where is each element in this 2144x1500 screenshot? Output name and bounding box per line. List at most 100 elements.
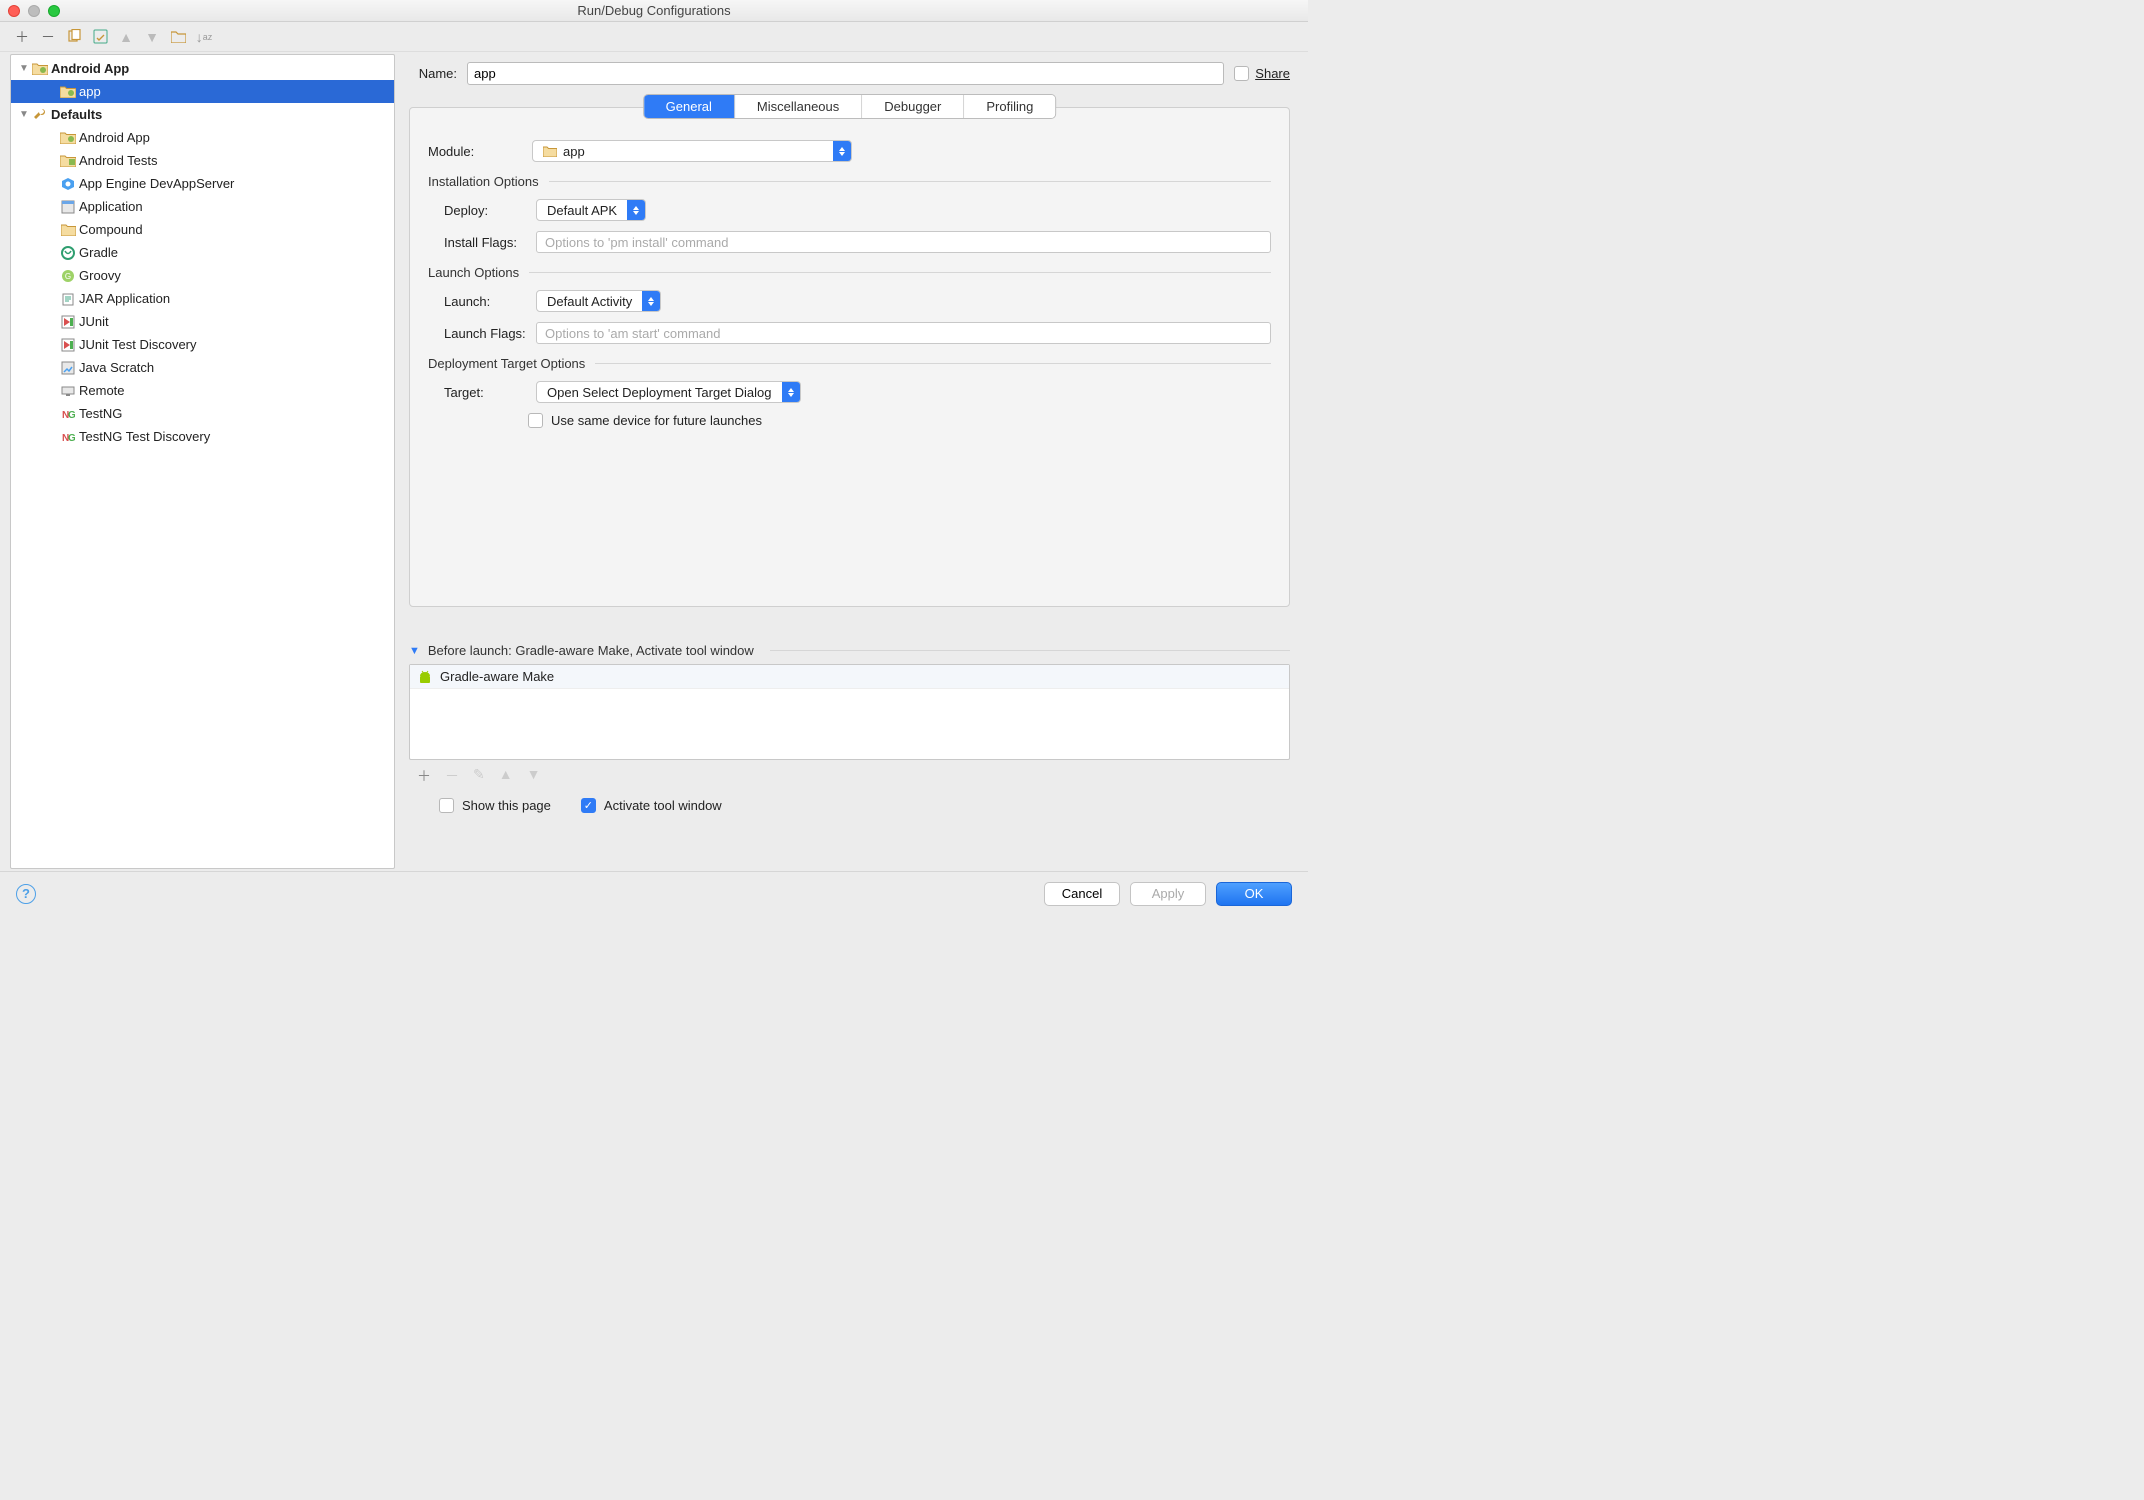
tree-node-label: Application: [79, 199, 143, 214]
tree-node-default-gradle[interactable]: Gradle: [11, 241, 394, 264]
android-folder-icon: [31, 61, 49, 77]
tab-pane: General Miscellaneous Debugger Profiling…: [409, 107, 1290, 607]
target-label: Target:: [428, 385, 526, 400]
installation-options-group: Installation Options: [428, 174, 1271, 189]
tree-node-default-android-app[interactable]: Android App: [11, 126, 394, 149]
tree-node-default-jar-application[interactable]: JAR Application: [11, 287, 394, 310]
tree-node-label: Android Tests: [79, 153, 158, 168]
android-folder-icon: [59, 130, 77, 146]
gradle-icon: [59, 245, 77, 261]
tree-node-label: Groovy: [79, 268, 121, 283]
ok-button[interactable]: OK: [1216, 882, 1292, 906]
sort-button[interactable]: ↓az: [196, 29, 212, 45]
remote-icon: [59, 383, 77, 399]
save-config-button[interactable]: [92, 29, 108, 45]
tree-node-label: TestNG: [79, 406, 122, 421]
install-flags-label: Install Flags:: [428, 235, 526, 250]
before-launch-item[interactable]: Gradle-aware Make: [410, 665, 1289, 689]
tree-node-default-app-engine-devappserver[interactable]: App Engine DevAppServer: [11, 172, 394, 195]
select-caret-icon: [833, 141, 851, 161]
tree-node-label: JAR Application: [79, 291, 170, 306]
config-tree[interactable]: ▼ Android App app ▼ Defaults Android App: [10, 54, 395, 869]
apply-button[interactable]: Apply: [1130, 882, 1206, 906]
tree-node-default-application[interactable]: Application: [11, 195, 394, 218]
move-down-button[interactable]: ▼: [144, 29, 160, 45]
launch-select[interactable]: Default Activity: [536, 290, 661, 312]
module-select[interactable]: app: [532, 140, 852, 162]
activate-tool-window-checkbox[interactable]: ✓ Activate tool window: [581, 798, 722, 813]
tree-node-default-junit-test-discovery[interactable]: JUnit Test Discovery: [11, 333, 394, 356]
tab-debugger[interactable]: Debugger: [862, 95, 964, 118]
tree-node-android-app[interactable]: ▼ Android App: [11, 57, 394, 80]
svg-text:G: G: [65, 272, 71, 281]
config-toolbar: ＋ － ▲ ▼ ↓az: [0, 22, 1308, 52]
tree-node-default-testng-test-discovery[interactable]: NGTestNG Test Discovery: [11, 425, 394, 448]
gradle-android-icon: [418, 670, 432, 684]
tree-node-default-java-scratch[interactable]: Java Scratch: [11, 356, 394, 379]
install-flags-input[interactable]: [536, 231, 1271, 253]
tree-node-app[interactable]: app: [11, 80, 394, 103]
before-launch-toolbar: ＋ － ✎ ▲ ▼: [409, 760, 1290, 792]
share-label: Share: [1255, 66, 1290, 81]
copy-config-button[interactable]: [66, 29, 82, 45]
tree-node-default-groovy[interactable]: G Groovy: [11, 264, 394, 287]
disclosure-triangle-icon[interactable]: ▼: [17, 109, 31, 120]
tree-node-default-android-tests[interactable]: Android Tests: [11, 149, 394, 172]
checkbox-icon: [1234, 66, 1249, 81]
testng-icon: NG: [59, 429, 77, 445]
launch-label: Launch:: [428, 294, 526, 309]
groovy-icon: G: [59, 268, 77, 284]
add-config-button[interactable]: ＋: [14, 29, 30, 45]
module-folder-icon: [543, 145, 557, 157]
appengine-icon: [59, 176, 77, 192]
edit-task-button[interactable]: ✎: [473, 766, 485, 786]
tab-general[interactable]: General: [644, 95, 735, 118]
folder-button[interactable]: [170, 29, 186, 45]
tree-node-default-testng[interactable]: NGTestNG: [11, 402, 394, 425]
tree-node-label: Gradle: [79, 245, 118, 260]
tree-node-defaults[interactable]: ▼ Defaults: [11, 103, 394, 126]
checkbox-checked-icon: ✓: [581, 798, 596, 813]
wrench-icon: [31, 107, 49, 123]
move-up-button[interactable]: ▲: [118, 29, 134, 45]
config-editor: Name: Share General Miscellaneous Debugg…: [399, 52, 1308, 871]
before-launch-list[interactable]: Gradle-aware Make: [409, 664, 1290, 760]
tree-node-label: Remote: [79, 383, 125, 398]
tab-miscellaneous[interactable]: Miscellaneous: [735, 95, 862, 118]
deployment-target-group: Deployment Target Options: [428, 356, 1271, 371]
tree-node-default-remote[interactable]: Remote: [11, 379, 394, 402]
tab-profiling[interactable]: Profiling: [964, 95, 1055, 118]
tree-node-label: TestNG Test Discovery: [79, 429, 210, 444]
show-this-page-checkbox[interactable]: Show this page: [439, 798, 551, 813]
tree-node-label: Java Scratch: [79, 360, 154, 375]
disclosure-triangle-icon[interactable]: ▼: [17, 63, 31, 74]
add-task-button[interactable]: ＋: [417, 766, 431, 786]
android-test-icon: [59, 153, 77, 169]
cancel-button[interactable]: Cancel: [1044, 882, 1120, 906]
share-checkbox[interactable]: Share: [1234, 66, 1290, 81]
junit-icon: [59, 314, 77, 330]
use-same-device-checkbox[interactable]: Use same device for future launches: [528, 413, 762, 428]
module-label: Module:: [428, 144, 522, 159]
checkbox-icon: [439, 798, 454, 813]
remove-config-button[interactable]: －: [40, 29, 56, 45]
launch-flags-input[interactable]: [536, 322, 1271, 344]
target-select[interactable]: Open Select Deployment Target Dialog: [536, 381, 801, 403]
tree-node-default-compound[interactable]: Compound: [11, 218, 394, 241]
window-title: Run/Debug Configurations: [0, 3, 1308, 18]
disclosure-triangle-icon[interactable]: ▼: [409, 645, 420, 657]
move-task-down-button[interactable]: ▼: [527, 766, 541, 786]
select-caret-icon: [627, 200, 645, 220]
titlebar: Run/Debug Configurations: [0, 0, 1308, 22]
move-task-up-button[interactable]: ▲: [499, 766, 513, 786]
help-button[interactable]: ?: [16, 884, 36, 904]
name-label: Name:: [409, 66, 457, 81]
checkbox-icon: [528, 413, 543, 428]
deploy-select[interactable]: Default APK: [536, 199, 646, 221]
junit-icon: [59, 337, 77, 353]
remove-task-button[interactable]: －: [445, 766, 459, 786]
name-input[interactable]: [467, 62, 1224, 85]
tree-node-default-junit[interactable]: JUnit: [11, 310, 394, 333]
dialog-footer: ? Cancel Apply OK: [0, 871, 1308, 915]
before-launch-section: ▼ Before launch: Gradle-aware Make, Acti…: [409, 643, 1290, 819]
